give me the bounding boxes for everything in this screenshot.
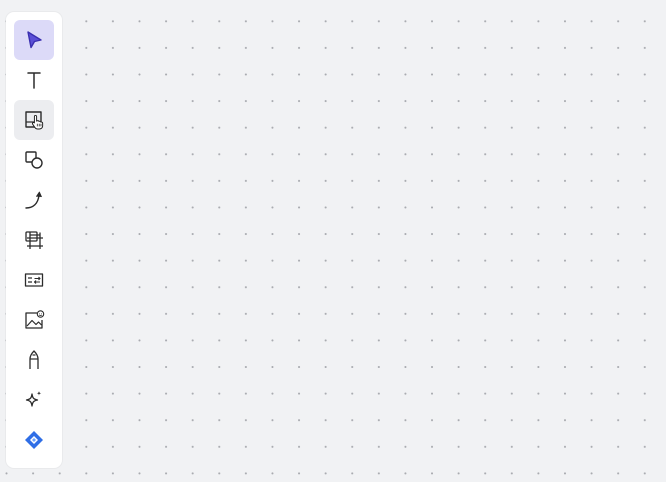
ai-tool-button[interactable] xyxy=(14,380,54,420)
text-icon xyxy=(27,72,41,89)
pen-tool-button[interactable] xyxy=(14,340,54,380)
image-tool-button[interactable] xyxy=(14,300,54,340)
jira-tool-button[interactable] xyxy=(14,420,54,460)
shapes-tool-button[interactable] xyxy=(14,140,54,180)
left-toolbar xyxy=(6,12,62,468)
sparkle-icon xyxy=(25,391,42,407)
jira-icon xyxy=(25,431,43,449)
frame-icon xyxy=(25,231,43,249)
hand-cursor-icon xyxy=(31,114,44,130)
card-icon xyxy=(24,273,44,287)
pointer-icon xyxy=(27,31,42,49)
card-tool-button[interactable] xyxy=(14,260,54,300)
pen-icon xyxy=(29,350,39,369)
image-icon xyxy=(25,310,45,329)
shapes-icon xyxy=(25,151,43,169)
connector-tool-button[interactable] xyxy=(14,180,54,220)
text-tool-button[interactable] xyxy=(14,60,54,100)
connector-arrow-icon xyxy=(25,191,42,209)
sticky-note-tool-button[interactable] xyxy=(14,100,54,140)
frame-tool-button[interactable] xyxy=(14,220,54,260)
select-tool-button[interactable] xyxy=(14,20,54,60)
